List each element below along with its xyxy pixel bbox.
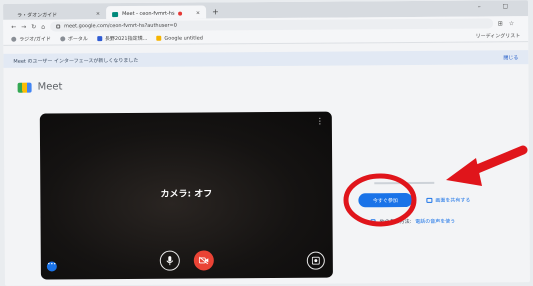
close-tab-icon[interactable]: ✕ bbox=[96, 11, 100, 17]
url-text: meet.google.com/ceon-fvmrt-hs?authuser=0 bbox=[64, 22, 177, 30]
meet-favicon-icon bbox=[112, 11, 119, 17]
recording-dot-icon bbox=[178, 11, 183, 16]
url-field[interactable]: meet.google.com/ceon-fvmrt-hs?authuser=0 bbox=[50, 18, 493, 32]
more-options-icon[interactable]: ⋮ bbox=[316, 117, 324, 126]
reading-list-label: リーディングリスト bbox=[475, 33, 521, 40]
meet-logo[interactable]: Meet bbox=[17, 81, 63, 93]
browser-tab-meet[interactable]: Meet - ceon-fvmrt-hs ✕ bbox=[106, 5, 207, 20]
microphone-icon bbox=[166, 256, 174, 266]
reading-list-button[interactable]: リーディングリスト bbox=[476, 32, 521, 39]
banner-dismiss-button[interactable]: 閉じる bbox=[503, 54, 518, 61]
effects-icon bbox=[311, 256, 320, 265]
window-controls[interactable]: – ☐ bbox=[478, 3, 518, 10]
media-controls bbox=[41, 250, 333, 272]
close-tab-icon[interactable]: ✕ bbox=[196, 10, 200, 16]
present-label: 画面を共有する bbox=[435, 197, 471, 204]
camera-toggle-button[interactable] bbox=[193, 250, 214, 271]
bookmark-item[interactable]: 長野2021指定規... bbox=[96, 35, 148, 43]
bookmark-item[interactable]: ラジオ/ガイド bbox=[11, 36, 51, 43]
tab-label: Meet - ceon-fvmrt-hs bbox=[122, 10, 175, 18]
present-button[interactable]: 画面を共有する bbox=[422, 193, 474, 207]
join-now-button[interactable]: 今すぐ参加 bbox=[358, 192, 413, 208]
meet-logo-icon bbox=[17, 82, 32, 93]
video-preview: ⋮ カメラ: オフ ••• bbox=[39, 111, 333, 280]
doc-icon bbox=[96, 36, 102, 42]
globe-icon bbox=[11, 36, 17, 42]
microphone-button[interactable] bbox=[159, 250, 180, 271]
visual-effects-button[interactable] bbox=[306, 251, 325, 270]
browser-tab-1[interactable]: ラ・ダオンガイド ✕ bbox=[11, 6, 106, 20]
logo-text: Meet bbox=[37, 81, 63, 93]
bookmark-label: ラジオ/ガイド bbox=[19, 36, 51, 43]
phone-audio-link[interactable]: 電話の音声を使う bbox=[415, 218, 455, 225]
forward-arrow-icon[interactable]: → bbox=[21, 23, 26, 30]
ready-to-join-placeholder bbox=[374, 181, 435, 185]
extension-icons[interactable]: ⊞☆ bbox=[498, 20, 520, 27]
bookmark-label: 長野2021指定規... bbox=[104, 35, 148, 43]
camera-off-icon bbox=[198, 256, 209, 265]
present-screen-icon bbox=[426, 197, 433, 203]
banner-text: Meet のユーザー インターフェースが新しくなりました bbox=[13, 57, 139, 65]
bookmark-item[interactable]: ポータル bbox=[59, 35, 88, 43]
bookmark-label: Google untitled bbox=[164, 34, 203, 42]
bookmark-label: ポータル bbox=[67, 36, 88, 43]
bookmarks-bar: ラジオ/ガイド ポータル 長野2021指定規... Google untitle… bbox=[3, 30, 529, 46]
tab-label: ラ・ダオンガイド bbox=[17, 11, 58, 19]
camera-off-label: カメラ: オフ bbox=[160, 189, 213, 200]
ui-update-banner: Meet のユーザー インターフェースが新しくなりました 閉じる bbox=[3, 50, 529, 68]
other-options-label: 他の参加方法: bbox=[379, 218, 412, 226]
home-icon[interactable]: ⌂ bbox=[41, 23, 45, 30]
back-arrow-icon[interactable]: ← bbox=[11, 23, 16, 30]
folder-icon bbox=[156, 35, 162, 41]
screen-photo: ラ・ダオンガイド ✕ Meet - ceon-fvmrt-hs ✕ + – ☐ … bbox=[3, 0, 530, 286]
lock-icon bbox=[56, 24, 61, 29]
reload-icon[interactable]: ↻ bbox=[31, 23, 36, 30]
new-tab-button[interactable]: + bbox=[206, 6, 225, 18]
phone-audio-icon bbox=[370, 219, 376, 225]
globe-icon bbox=[59, 36, 65, 42]
other-join-options: 他の参加方法: 電話の音声を使う bbox=[370, 218, 455, 226]
more-menu-icon[interactable]: ••• bbox=[46, 261, 57, 272]
bookmark-item[interactable]: Google untitled bbox=[156, 35, 203, 41]
